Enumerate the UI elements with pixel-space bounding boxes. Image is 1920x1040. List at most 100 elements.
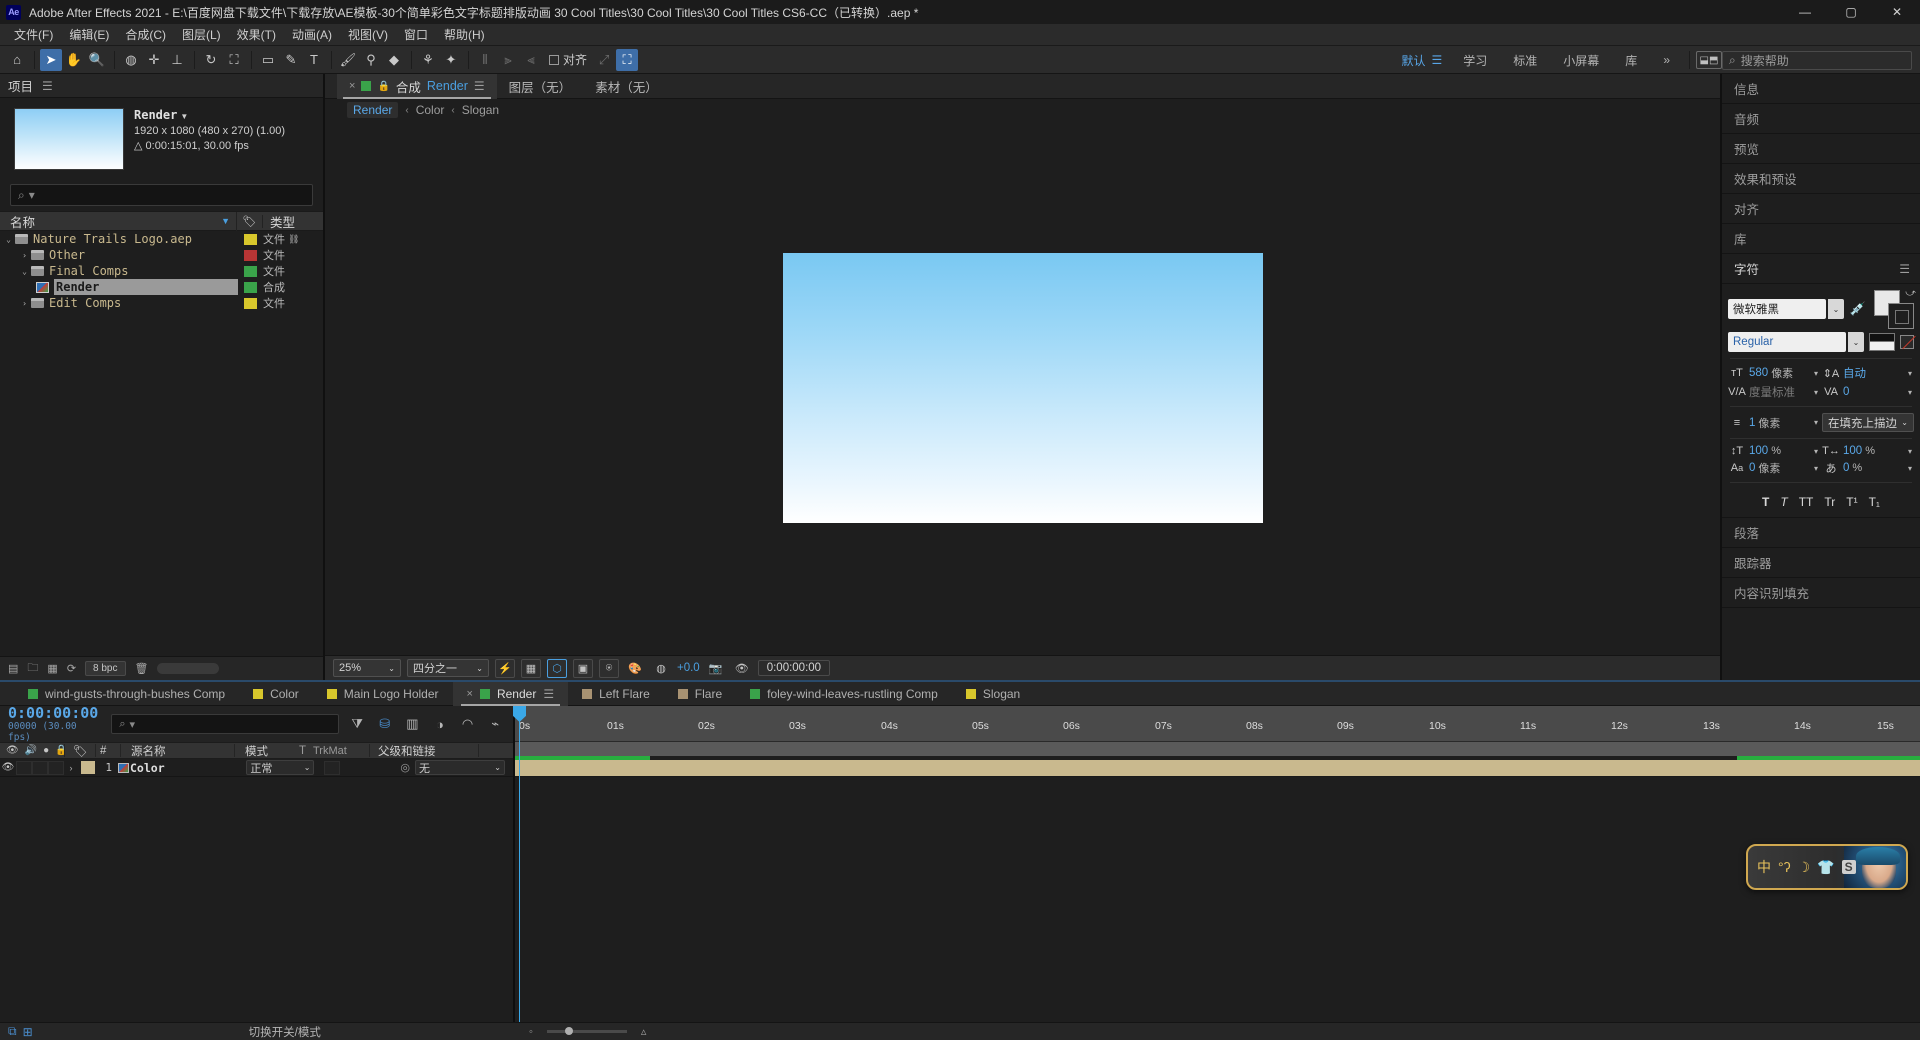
current-time-display[interactable]: 0:00:00:00 00000 (30.00 fps) — [8, 705, 103, 743]
transparency-grid-icon[interactable]: ▦ — [521, 658, 541, 678]
menu-window[interactable]: 窗口 — [396, 24, 436, 45]
timeline-tab-3[interactable]: × Render ☰ — [452, 681, 569, 706]
timeline-tab-4[interactable]: Left Flare — [568, 682, 664, 706]
italic-button[interactable]: T — [1780, 495, 1787, 509]
zoom-out-icon[interactable]: ◦ — [529, 1026, 533, 1038]
all-caps-button[interactable]: TT — [1799, 495, 1814, 509]
tab-preview[interactable]: 预览 — [1722, 134, 1920, 164]
composition-viewer[interactable] — [325, 121, 1720, 655]
layer-twirl-icon[interactable]: › — [64, 759, 78, 777]
graph-editor-icon[interactable]: ⌁ — [485, 714, 505, 734]
align-toggle[interactable]: 对齐 — [543, 50, 593, 70]
timeline-graph[interactable]: 0s 01s 02s 03s 04s 05s 06s 07s 08s 09s 1… — [513, 706, 1920, 1022]
menu-file[interactable]: 文件(F) — [6, 24, 61, 45]
timeline-panel-menu-icon[interactable]: ☰ — [543, 687, 554, 701]
snapshot-camera-icon[interactable]: 📷 — [706, 659, 726, 678]
bold-button[interactable]: T — [1762, 495, 1769, 509]
stroke-width-field[interactable]: ≡ 1 像素 ▾ — [1728, 415, 1820, 431]
chevron-down-icon[interactable]: ⌄ — [1828, 299, 1844, 319]
ime-skin-icon[interactable]: 👕 — [1817, 859, 1834, 876]
project-zoom-slider[interactable] — [157, 663, 220, 674]
align-left-icon[interactable]: ⫴ — [474, 49, 496, 71]
layer-solo-toggle[interactable] — [32, 759, 48, 777]
text-tool-icon[interactable]: T — [303, 49, 325, 71]
project-panel-menu-icon[interactable]: ☰ — [42, 79, 53, 93]
ime-floating-toolbar[interactable]: 中 °ʔ ☽ 👕 S — [1746, 844, 1908, 890]
puppet-pin-tool-icon[interactable]: ✦ — [440, 49, 462, 71]
frame-blending-icon[interactable]: ◑ — [430, 714, 450, 734]
black-white-swatches[interactable] — [1869, 333, 1895, 351]
chevron-down-icon[interactable]: ▾ — [1814, 369, 1820, 378]
new-comp-icon[interactable]: ▤ — [8, 662, 18, 675]
zoom-in-icon[interactable]: ▵ — [641, 1025, 647, 1038]
stroke-color-swatch[interactable] — [1888, 303, 1914, 329]
eraser-tool-icon[interactable]: ◆ — [383, 49, 405, 71]
tree-row-4[interactable]: › Edit Comps 文件 — [0, 295, 323, 311]
tracking-field[interactable]: VA 0 ▾ — [1822, 386, 1914, 398]
tree-row-2[interactable]: ⌄ Final Comps 文件 — [0, 263, 323, 279]
project-search-input[interactable]: ⌕ ▾ — [10, 184, 313, 206]
workspace-library[interactable]: 库 — [1612, 52, 1650, 69]
new-folder-icon[interactable]: 🗀 — [27, 659, 38, 678]
column-parent-link[interactable]: 父级和链接 — [374, 743, 474, 759]
tab-project[interactable]: 项目 — [8, 76, 33, 95]
tab-footage[interactable]: 素材（无） — [583, 74, 670, 99]
tab-align[interactable]: 对齐 — [1722, 194, 1920, 224]
workspace-default[interactable]: 默认 — [1388, 52, 1429, 69]
rotation-tool-icon[interactable]: ↻ — [200, 49, 222, 71]
roto-brush-tool-icon[interactable]: ⚘ — [417, 49, 439, 71]
tree-row-1[interactable]: › Other 文件 — [0, 247, 323, 263]
chevron-down-icon[interactable]: ▾ — [1814, 464, 1820, 473]
menu-effect[interactable]: 效果(T) — [229, 24, 284, 45]
menu-composition[interactable]: 合成(C) — [117, 24, 174, 45]
column-label-tag-icon[interactable]: 🏷 — [237, 214, 263, 228]
layer-trkmat-box[interactable] — [324, 760, 341, 775]
composition-timecode[interactable]: 0:00:00:00 — [757, 660, 831, 676]
audio-icon[interactable]: 🔊 — [25, 745, 37, 756]
kerning-field[interactable]: V/A 度量标准 ▾ — [1728, 384, 1820, 400]
transparency-icon[interactable]: ⍟ — [599, 658, 619, 678]
selection-tool-icon[interactable]: ➤ — [40, 48, 62, 71]
sort-descending-icon[interactable]: ▼ — [221, 216, 230, 226]
timeline-tab-2[interactable]: Main Logo Holder — [313, 682, 453, 706]
fast-preview-icon[interactable]: ⚡ — [495, 658, 515, 678]
label-color-swatch[interactable] — [244, 265, 257, 277]
twirl-open-icon[interactable]: ⌄ — [18, 267, 31, 276]
delete-icon[interactable]: 🗑 — [135, 662, 149, 675]
chevron-down-icon[interactable]: ▾ — [1814, 447, 1820, 456]
timeline-tab-6[interactable]: foley-wind-leaves-rustling Comp — [736, 682, 952, 706]
layer-name[interactable]: Color — [130, 761, 165, 775]
project-settings-icon[interactable]: ▦ — [47, 662, 57, 675]
chevron-down-icon[interactable]: ▾ — [1814, 388, 1820, 397]
workspace-learn[interactable]: 学习 — [1450, 52, 1500, 69]
composition-panel-menu-icon[interactable]: ☰ — [474, 79, 485, 93]
grid-snap-icon[interactable]: ⛶ — [616, 48, 639, 71]
timeline-tab-0[interactable]: wind-gusts-through-bushes Comp — [14, 682, 239, 706]
no-fill-icon[interactable] — [1900, 335, 1914, 349]
menu-help[interactable]: 帮助(H) — [436, 24, 493, 45]
tab-info[interactable]: 信息 — [1722, 74, 1920, 104]
parent-pickwhip-icon[interactable]: ◎ — [400, 761, 410, 774]
tab-layer[interactable]: 图层（无） — [497, 74, 584, 99]
chevron-down-icon[interactable]: ⌄ — [1848, 332, 1864, 352]
horizontal-scale-field[interactable]: T↔ 100 % ▾ — [1822, 445, 1914, 457]
chevron-down-icon[interactable]: ▾ — [1908, 464, 1914, 473]
superscript-button[interactable]: T¹ — [1846, 495, 1857, 509]
bit-depth-chip[interactable]: 8 bpc — [85, 661, 126, 676]
timeline-work-area[interactable] — [515, 742, 1920, 756]
font-family-select[interactable]: 微软雅黑 — [1728, 299, 1826, 319]
motion-blur-icon[interactable]: ◠ — [458, 714, 478, 734]
hand-tool-icon[interactable]: ✋ — [63, 49, 85, 71]
resolution-select[interactable]: 四分之一 ⌄ — [407, 659, 489, 677]
expand-collapse-icon[interactable]: ⊞ — [23, 1025, 33, 1039]
clone-stamp-tool-icon[interactable]: ⚲ — [360, 49, 382, 71]
hide-shy-layers-icon[interactable]: ▥ — [403, 714, 423, 734]
color-depth-icon[interactable]: ⟳ — [67, 662, 76, 675]
chevron-down-icon[interactable]: ▾ — [1814, 418, 1820, 427]
character-panel-menu-icon[interactable]: ☰ — [1899, 262, 1910, 276]
close-button[interactable]: ✕ — [1874, 0, 1920, 24]
tree-row-0[interactable]: ⌄ Nature Trails Logo.aep 文件 ⛓ — [0, 231, 323, 247]
tab-effects-presets[interactable]: 效果和预设 — [1722, 164, 1920, 194]
subscript-button[interactable]: T₁ — [1869, 495, 1880, 509]
ime-mode-icon[interactable]: 中 — [1757, 857, 1771, 877]
